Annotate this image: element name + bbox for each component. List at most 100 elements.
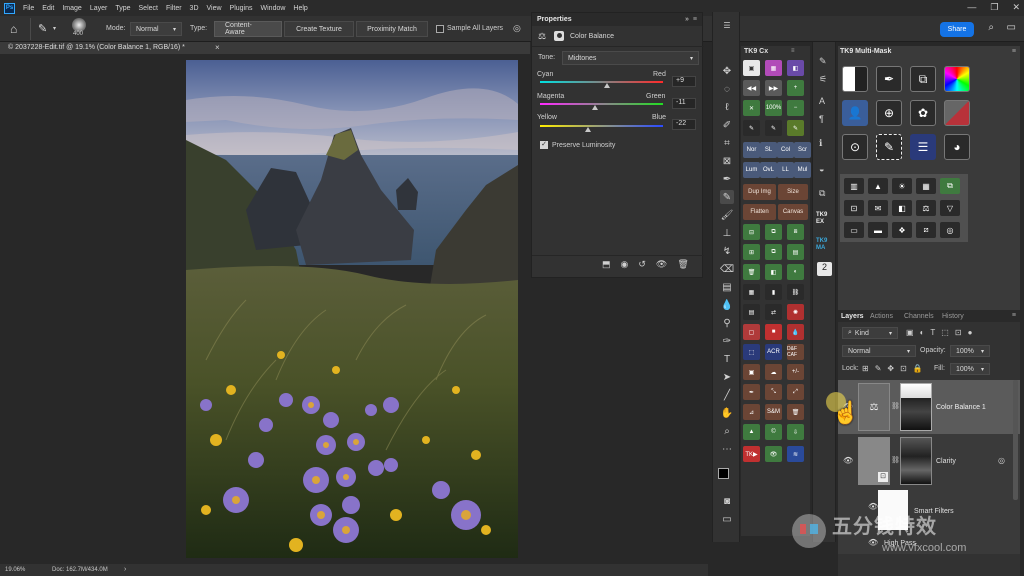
tk-blend-ll[interactable]: LL	[777, 162, 794, 178]
layer-row[interactable]: 👁 ⚖ ⛓ Color Balance 1	[838, 380, 1020, 434]
tk-acr-button[interactable]: ACR	[765, 344, 782, 360]
tk-resize-alt-icon[interactable]: ⤢	[787, 384, 804, 400]
tk-swap-icon[interactable]: ⇄	[765, 304, 782, 320]
yellow-blue-value[interactable]: -22	[672, 119, 696, 130]
proximity-match-button[interactable]: Proximity Match	[356, 21, 428, 37]
tab-history[interactable]: History	[942, 313, 964, 320]
tk-dup-img-button[interactable]: Dup Img	[743, 184, 776, 200]
frame-tool-icon[interactable]: ⊠	[720, 154, 734, 168]
link-icon[interactable]: ⛓	[891, 402, 900, 410]
mm-list-icon[interactable]: ☰	[910, 134, 936, 160]
layer-row[interactable]: 👁 ⊡ ⛓ Clarity ◎	[838, 434, 1020, 488]
pressure-size-icon[interactable]: ◎	[513, 23, 521, 34]
dropdown-chevron-icon[interactable]: ▾	[53, 25, 56, 32]
filter-smart-object-icon[interactable]: ⊡	[955, 328, 962, 337]
tk-layer-new-icon[interactable]: ⊞	[743, 244, 760, 260]
mm-copy-icon[interactable]: ⧉	[940, 178, 960, 194]
tk-sm-button[interactable]: S&M	[765, 404, 782, 420]
quick-mask-icon[interactable]: ◙	[720, 494, 734, 508]
color-icon[interactable]: ◒	[819, 164, 824, 174]
tk-blend-ovl[interactable]: OvL	[760, 162, 777, 178]
tk-layers-icon[interactable]: ≋	[787, 446, 804, 462]
tk-canvas-button[interactable]: Canvas	[778, 204, 808, 220]
spot-healing-brush-icon[interactable]: ✎	[38, 22, 47, 35]
mm-swirl-icon[interactable]: ◎	[940, 222, 960, 238]
link-icon[interactable]: ⛓	[891, 456, 900, 464]
share-button[interactable]: Share	[940, 22, 974, 37]
lock-image-icon[interactable]: ✎	[875, 364, 882, 373]
type-tool-icon[interactable]: T	[720, 352, 734, 366]
tk-red-square-icon[interactable]: ■	[765, 324, 782, 340]
mm-film-icon[interactable]: ▦	[916, 178, 936, 194]
mm-triangle-down-icon[interactable]: ▽	[940, 200, 960, 216]
tk-fit-icon[interactable]: ✕	[743, 100, 760, 116]
close-tab-icon[interactable]: ×	[215, 43, 220, 52]
tk-panel-icon[interactable]: 2	[817, 262, 832, 276]
pen-tool-icon[interactable]: ✑	[720, 334, 734, 348]
menu-filter[interactable]: Filter	[166, 5, 182, 12]
menu-window[interactable]: Window	[261, 5, 286, 12]
mm-person-icon[interactable]: 👤	[842, 100, 868, 126]
path-selection-tool-icon[interactable]: ➤	[720, 370, 734, 384]
tk-df-caf-button[interactable]: D&F CAF	[787, 344, 804, 360]
visibility-eye-icon[interactable]: 👁	[843, 456, 853, 465]
tk-blend-lum[interactable]: Lum	[743, 162, 760, 178]
paragraph-icon[interactable]: ¶	[819, 114, 824, 124]
mm-gradient-icon[interactable]: ▭	[844, 222, 864, 238]
magenta-green-slider[interactable]	[540, 103, 663, 105]
screen-mode-icon[interactable]: ▭	[720, 512, 734, 526]
panel-menu-icon[interactable]: ≡	[693, 16, 697, 23]
tk-delete-icon[interactable]: 🗑	[743, 264, 760, 280]
tk-selection-icon[interactable]: ⬚	[743, 344, 760, 360]
brush-tool-icon[interactable]: 🖌	[720, 208, 734, 222]
tk-color-picker-icon[interactable]: ▦	[765, 60, 782, 76]
tk-forward-icon[interactable]: ▶▶	[765, 80, 782, 96]
mm-target-icon[interactable]: ⊕	[876, 100, 902, 126]
tk-download-icon[interactable]: ⇩	[787, 424, 804, 440]
magenta-green-slider-thumb[interactable]	[591, 105, 598, 110]
tk-zoom-100[interactable]: 100%	[765, 100, 782, 116]
mm-envelope-icon[interactable]: ✉	[868, 200, 888, 216]
mm-color-range-icon[interactable]	[944, 66, 970, 92]
mm-luminosity-icon[interactable]	[842, 66, 868, 92]
home-icon[interactable]: ⌂	[10, 22, 17, 36]
menu-type[interactable]: Type	[115, 5, 130, 12]
sample-all-layers-checkbox[interactable]	[436, 25, 444, 33]
layers-scrollbar[interactable]	[1013, 380, 1018, 500]
mm-mask-icon[interactable]: ⊙	[842, 134, 868, 160]
tk-size-button[interactable]: Size	[778, 184, 808, 200]
fill-field[interactable]: 100% ▾	[950, 363, 990, 375]
panel-menu-icon[interactable]: ≡	[1012, 48, 1016, 55]
mm-dots-icon[interactable]: ❖	[892, 222, 912, 238]
blend-mode-select[interactable]: Normal ▾	[842, 345, 916, 357]
lock-all-icon[interactable]: 🔒	[913, 364, 923, 373]
tk-brush-green-icon[interactable]: ✎	[787, 120, 804, 136]
document-tab[interactable]: © 2037228-Edit.tif @ 19.1% (Color Balanc…	[0, 42, 530, 54]
filter-type-icon[interactable]: T	[930, 328, 935, 337]
tk-eye-icon[interactable]: 👁	[765, 446, 782, 462]
mode-select[interactable]: Normal ▾	[130, 22, 182, 36]
tone-select[interactable]: Midtones ▾	[562, 51, 699, 65]
zoom-tool-icon[interactable]: ⌕	[720, 424, 734, 438]
crop-tool-icon[interactable]: ⌗	[720, 136, 734, 150]
lasso-tool-icon[interactable]: ℓ	[720, 100, 734, 114]
tk-rewind-icon[interactable]: ◀◀	[743, 80, 760, 96]
foreground-color-swatch[interactable]	[718, 468, 729, 479]
tk-plusminus-button[interactable]: +/-	[787, 364, 804, 380]
tk-layer-icon[interactable]: ⊟	[743, 224, 760, 240]
info-icon[interactable]: ℹ	[819, 138, 822, 149]
tk-color-grid-icon[interactable]: ◧	[787, 60, 804, 76]
panel-menu-icon[interactable]: ≡	[1012, 312, 1016, 319]
eraser-tool-icon[interactable]: ⌫	[720, 262, 734, 276]
adjustments-icon[interactable]: ⚟	[819, 74, 827, 85]
tk-grid-icon[interactable]: ▦	[743, 284, 760, 300]
mm-camera-icon[interactable]: ⊡	[844, 200, 864, 216]
character-icon[interactable]: A	[819, 96, 825, 106]
clone-stamp-tool-icon[interactable]: ⊥	[720, 226, 734, 240]
menu-3d[interactable]: 3D	[190, 5, 199, 12]
tk-plus-icon[interactable]: +	[787, 80, 804, 96]
tk-eyedropper-icon[interactable]: ✒	[743, 384, 760, 400]
tab-actions[interactable]: Actions	[870, 313, 893, 320]
content-aware-button[interactable]: Content-Aware	[214, 21, 282, 37]
toolbar-menu-icon[interactable]: ☰	[720, 18, 734, 32]
